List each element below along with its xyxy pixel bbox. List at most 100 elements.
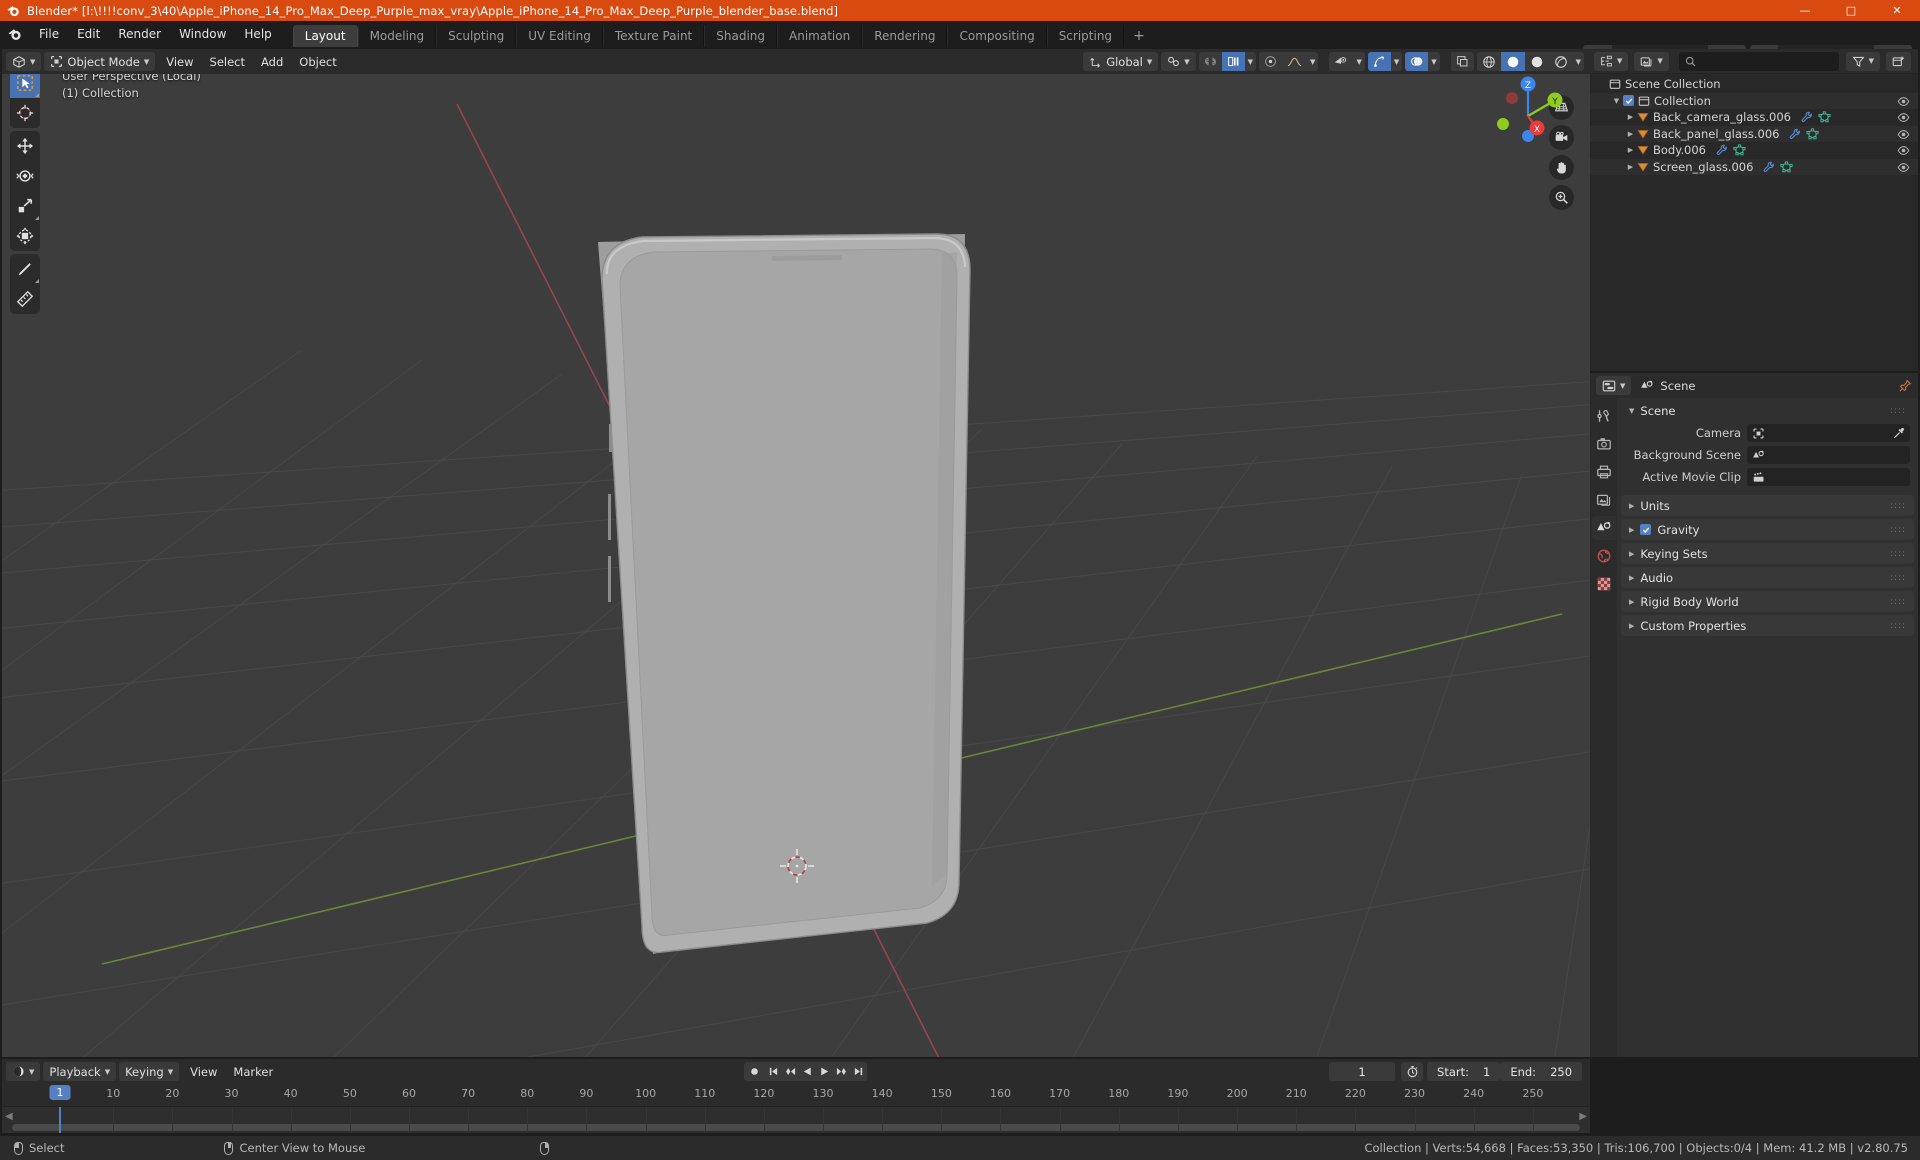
frame-start-field[interactable]: Start: 1 (1427, 1062, 1501, 1081)
workspace-tab-scripting[interactable]: Scripting (1046, 25, 1125, 47)
mesh-data-icon[interactable] (1733, 144, 1746, 156)
timeline-scroll-left-icon[interactable]: ◀ (5, 1111, 13, 1122)
snapping-group[interactable]: ▼ (1198, 52, 1257, 71)
measure-tool[interactable] (10, 284, 40, 314)
play-button[interactable] (816, 1062, 833, 1081)
mesh-data-icon[interactable] (1780, 161, 1793, 173)
timeline-ruler[interactable]: 10 20 30 40 50 60 70 80 90 100 110 120 130 140 150 160 1… (2, 1084, 1590, 1106)
workspace-tab-uv-editing[interactable]: UV Editing (516, 25, 603, 47)
pin-icon[interactable] (1898, 379, 1912, 393)
interaction-mode-selector[interactable]: Object Mode ▼ (44, 52, 156, 71)
timeline-playhead-label[interactable]: 1 (49, 1085, 71, 1100)
workspace-tab-layout[interactable]: Layout (292, 25, 358, 47)
xray-toggle-icon[interactable] (1450, 52, 1474, 71)
properties-panel-keying-sets[interactable]: ▶ Keying Sets:::: (1621, 543, 1914, 564)
outliner-row[interactable]: Scene Collection (1590, 76, 1918, 93)
workspace-tab-shading[interactable]: Shading (704, 25, 777, 47)
properties-panel-rigid-body-world[interactable]: ▶ Rigid Body World:::: (1621, 591, 1914, 612)
new-collection-icon[interactable] (1886, 51, 1911, 71)
mesh-data-icon[interactable] (1818, 111, 1831, 123)
jump-to-start-button[interactable] (765, 1062, 782, 1081)
menu-window[interactable]: Window (170, 24, 235, 44)
next-keyframe-button[interactable] (833, 1062, 850, 1081)
output-properties-tab[interactable] (1592, 460, 1616, 484)
annotate-tool[interactable] (10, 254, 40, 284)
property-id-field[interactable] (1747, 424, 1910, 442)
workspace-tab-animation[interactable]: Animation (777, 25, 863, 47)
jump-to-end-button[interactable] (850, 1062, 867, 1081)
viewport-canvas[interactable] (2, 74, 1590, 1057)
viewport-axis-gizmo[interactable]: Z Y X (1488, 68, 1568, 148)
mesh-data-icon[interactable] (1806, 128, 1819, 140)
smooth-falloff-icon[interactable] (1282, 52, 1308, 71)
zoom-view-icon[interactable] (1549, 185, 1574, 210)
outliner-tree[interactable]: Scene Collection ▼ Collection ▶ Back_camera_… (1590, 74, 1918, 371)
scene-properties-tab[interactable] (1591, 516, 1616, 540)
material-preview-shading-icon[interactable] (1524, 52, 1549, 71)
xray-group[interactable] (1450, 52, 1474, 71)
editor-type-outliner-icon[interactable]: ▼ (1594, 51, 1629, 71)
close-button[interactable]: ✕ (1874, 0, 1920, 21)
chevron-right-icon[interactable]: ▶ (1624, 113, 1637, 121)
move-view-hand-icon[interactable] (1549, 155, 1574, 180)
timeline-menu-keying[interactable]: Keying ▼ (119, 1062, 180, 1081)
panel-enable-checkbox[interactable] (1640, 524, 1652, 535)
snap-magnet-icon[interactable]: ▼ (1161, 52, 1196, 71)
timeline-menu-playback[interactable]: Playback ▼ (43, 1062, 117, 1081)
editor-type-3dview-icon[interactable]: ▼ (6, 52, 42, 71)
3d-viewport[interactable]: ▼ Object Mode ▼ View Select Add Object Glob… (2, 49, 1590, 1057)
modifier-wrench-icon[interactable] (1763, 161, 1775, 173)
workspace-tab-compositing[interactable]: Compositing (947, 25, 1047, 47)
timeline-menu-marker[interactable]: Marker (225, 1062, 281, 1081)
texture-properties-tab[interactable] (1592, 572, 1616, 596)
world-properties-tab[interactable] (1592, 544, 1616, 568)
outliner-display-mode-selector[interactable]: ▼ (1634, 51, 1669, 71)
properties-editor[interactable]: ▼ Scene ▼ Scene:::: Camera Background S… (1590, 373, 1918, 1057)
falloff-dropdown-icon[interactable]: ▼ (1307, 52, 1319, 71)
timeline-track-area[interactable]: ◀ ▶ (2, 1106, 1590, 1133)
add-workspace-button[interactable]: + (1124, 25, 1154, 47)
gizmo-icon[interactable] (1367, 52, 1391, 71)
properties-panel-gravity[interactable]: ▶ Gravity:::: (1621, 519, 1914, 540)
move-tool[interactable] (10, 131, 40, 161)
properties-panel-audio[interactable]: ▶ Audio:::: (1621, 567, 1914, 588)
eyedropper-icon[interactable] (1893, 424, 1905, 443)
outliner-row[interactable]: ▼ Collection (1590, 92, 1918, 109)
view-layer-properties-tab[interactable] (1592, 488, 1616, 512)
scale-tool[interactable] (10, 191, 40, 221)
overlays-icon[interactable] (1405, 52, 1429, 71)
chevron-right-icon[interactable]: ▶ (1624, 146, 1637, 154)
snap-dropdown-icon[interactable]: ▼ (1244, 52, 1257, 71)
transform-orientation-selector[interactable]: Global ▼ (1083, 52, 1159, 71)
gizmo-group[interactable]: ▼ (1367, 52, 1403, 71)
collection-checkbox[interactable] (1623, 95, 1634, 107)
proportional-editing-group[interactable]: ▼ (1259, 52, 1319, 71)
editor-type-properties-icon[interactable]: ▼ (1596, 376, 1632, 395)
rendered-shading-icon[interactable] (1548, 52, 1573, 71)
visibility-eye-icon[interactable] (1897, 161, 1910, 177)
outliner-row[interactable]: ▶ Body.006 (1590, 142, 1918, 159)
outliner-row[interactable]: ▶ Back_panel_glass.006 (1590, 125, 1918, 142)
timeline-editor[interactable]: ▼ Playback ▼ Keying ▼ View Marker 1 Star… (2, 1059, 1590, 1133)
shading-dropdown-icon[interactable]: ▼ (1572, 52, 1584, 71)
property-id-field[interactable] (1747, 468, 1910, 486)
modifier-wrench-icon[interactable] (1716, 144, 1728, 156)
current-frame-field[interactable]: 1 (1329, 1062, 1396, 1081)
blender-menu-logo-icon[interactable] (0, 26, 30, 42)
outliner-filter-button[interactable]: ▼ (1845, 51, 1880, 71)
snap-toggle-icon[interactable] (1198, 52, 1222, 71)
frame-end-field[interactable]: End: 250 (1500, 1062, 1583, 1081)
gizmo-dropdown-icon[interactable]: ▼ (1390, 52, 1403, 71)
menu-render[interactable]: Render (109, 24, 170, 44)
workspace-tab-modeling[interactable]: Modeling (357, 25, 437, 47)
viewport-menu-select[interactable]: Select (202, 52, 253, 71)
previous-keyframe-button[interactable] (782, 1062, 799, 1081)
menu-edit[interactable]: Edit (68, 24, 109, 44)
solid-shading-icon[interactable] (1500, 52, 1525, 71)
workspace-tab-sculpting[interactable]: Sculpting (436, 25, 517, 47)
timeline-playhead-line[interactable] (59, 1107, 61, 1133)
viewport-menu-object[interactable]: Object (291, 52, 344, 71)
rotate-tool[interactable] (10, 161, 40, 191)
snap-increment-icon[interactable] (1221, 52, 1245, 71)
menu-help[interactable]: Help (235, 24, 280, 44)
